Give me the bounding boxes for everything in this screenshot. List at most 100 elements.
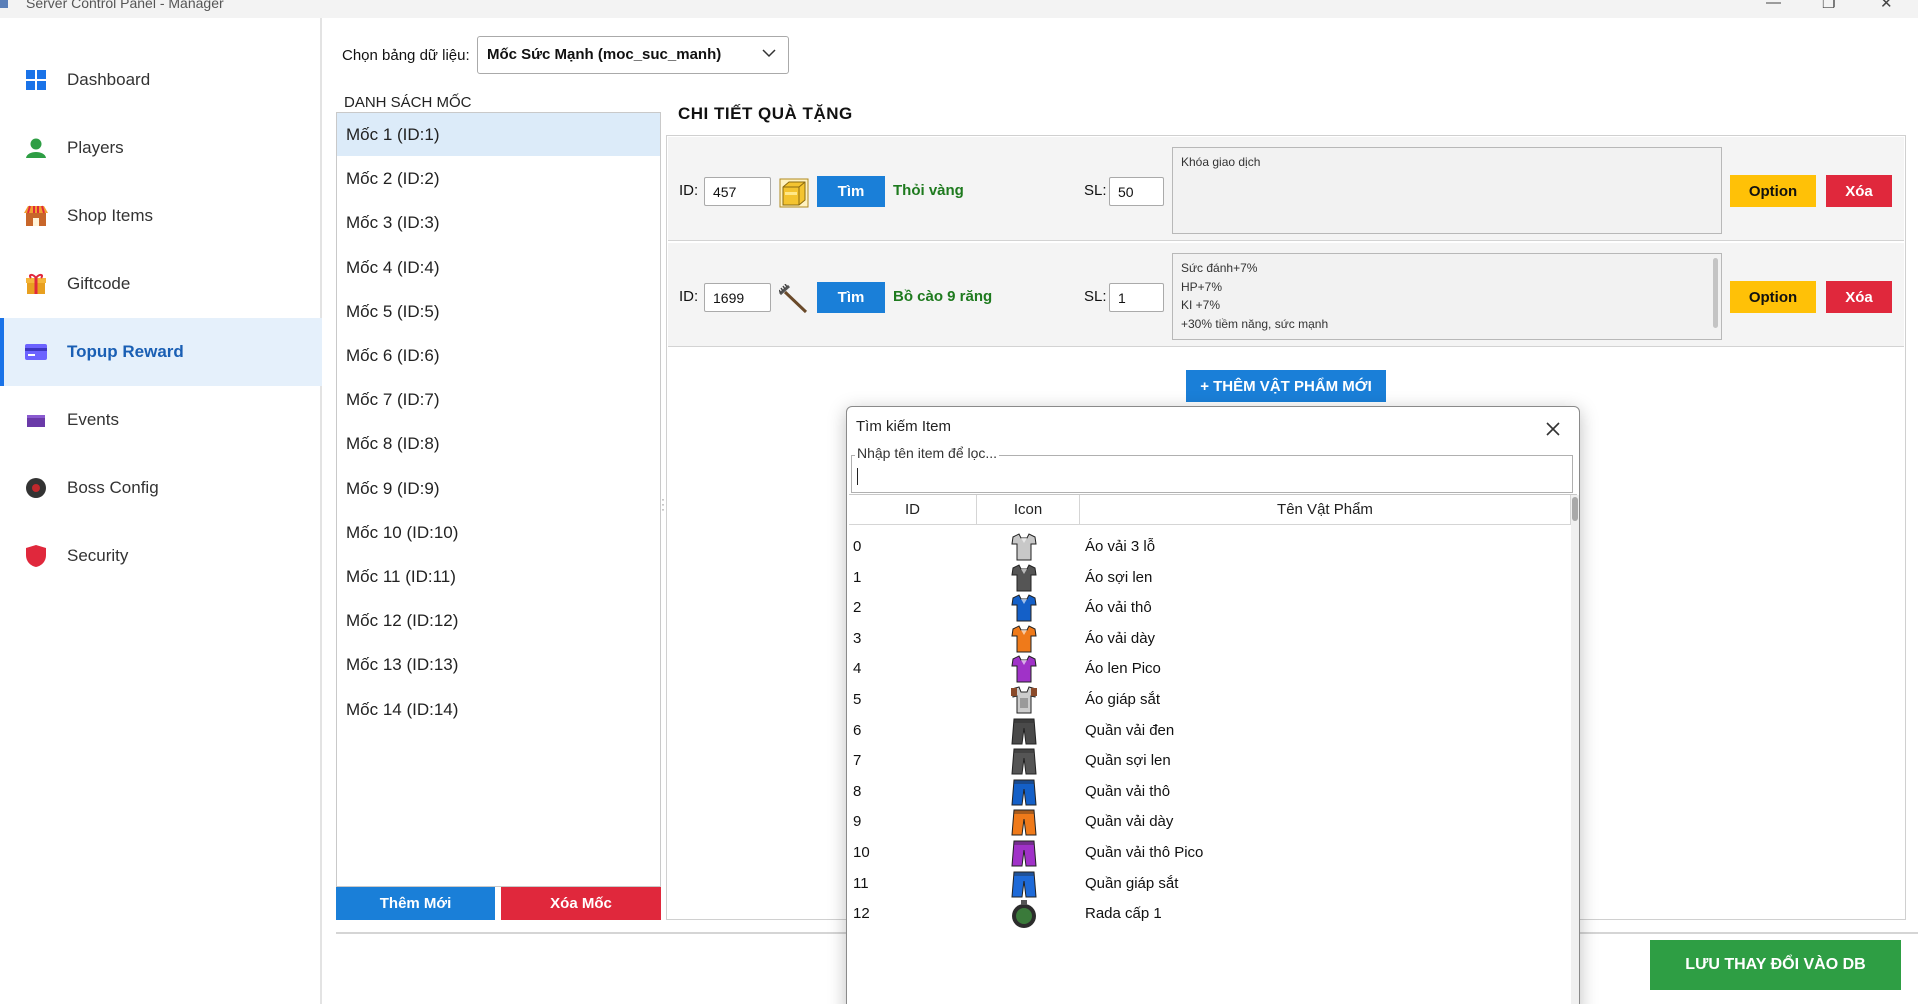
table-scrollbar[interactable]	[1571, 495, 1579, 1004]
list-item[interactable]: Mốc 5 (ID:5)	[337, 290, 660, 333]
reward-row: ID: 1699 Tìm Bồ cào 9 răng SL: 1 Sức đán…	[668, 243, 1904, 347]
item-id-cell: 5	[853, 691, 862, 708]
restore-icon[interactable]: ❐	[1822, 0, 1835, 12]
item-id-cell: 11	[853, 874, 869, 892]
item-name-cell: Áo len Pico	[1085, 660, 1161, 678]
id-label: ID:	[679, 182, 699, 199]
window-title: Server Control Panel - Manager	[26, 0, 224, 11]
list-item-label: Mốc 3 (ID:3)	[346, 213, 440, 233]
list-item-label: Mốc 11 (ID:11)	[346, 567, 456, 586]
app-icon	[0, 0, 8, 8]
gift-icon	[24, 272, 48, 296]
search-placeholder-label: Nhập tên item để lọc...	[855, 445, 1000, 461]
reward-row: ID: 457 Tìm Thỏi vàng SL: 50 Khóa giao d…	[668, 137, 1904, 241]
sidebar-item-boss-config[interactable]: Boss Config	[0, 454, 322, 522]
sidebar-item-events[interactable]: Events	[0, 386, 322, 454]
reward-item-name: Thỏi vàng	[893, 182, 964, 199]
list-item-label: Mốc 5 (ID:5)	[346, 301, 440, 321]
option-button[interactable]: Option	[1730, 281, 1816, 313]
sidebar-item-topup-reward[interactable]: Topup Reward	[0, 318, 322, 386]
delete-milestone-button[interactable]: Xóa Mốc	[501, 887, 661, 920]
table-select-value: Mốc Sức Mạnh (moc_suc_manh)	[487, 46, 722, 63]
add-item-button[interactable]: + THÊM VẬT PHẨM MỚI	[1186, 370, 1386, 402]
delete-reward-button[interactable]: Xóa	[1826, 175, 1892, 207]
sidebar-item-giftcode[interactable]: Giftcode	[0, 250, 322, 318]
find-item-button[interactable]: Tìm	[817, 282, 885, 313]
item-id-cell: 7	[853, 752, 862, 770]
list-item-label: Mốc 7 (ID:7)	[346, 390, 440, 410]
gold-bar-icon	[779, 178, 809, 208]
column-header-name[interactable]: Tên Vật Phẩm	[1080, 495, 1571, 525]
list-item-label: Mốc 12 (ID:12)	[346, 611, 459, 631]
column-header-id[interactable]: ID	[849, 495, 977, 525]
column-header-icon[interactable]: Icon	[977, 495, 1080, 525]
list-item[interactable]: Mốc 14 (ID:14)	[337, 688, 660, 731]
sidebar-item-shop-items[interactable]: Shop Items	[0, 182, 322, 250]
item-id-cell: 1	[853, 568, 862, 586]
scrollbar-thumb[interactable]	[1572, 497, 1578, 521]
list-item[interactable]: Mốc 3 (ID:3)	[337, 201, 660, 244]
list-item[interactable]: Mốc 8 (ID:8)	[337, 422, 660, 465]
item-name-cell: Áo giáp sắt	[1085, 691, 1161, 708]
delete-reward-button[interactable]: Xóa	[1826, 281, 1892, 313]
item-name-cell: Quần vải thô Pico	[1085, 844, 1204, 861]
item-id-cell: 6	[853, 721, 862, 739]
item-id-cell: 2	[853, 599, 862, 617]
list-item[interactable]: Mốc 9 (ID:9)	[337, 467, 660, 510]
table-select-dropdown[interactable]: Mốc Sức Mạnh (moc_suc_manh)	[477, 36, 789, 74]
splitter-handle[interactable]: · · ·	[661, 493, 665, 515]
item-name-cell: Áo vải 3 lỗ	[1085, 538, 1156, 555]
list-item[interactable]: Mốc 13 (ID:13)	[337, 643, 660, 686]
quantity-input[interactable]: 50	[1109, 177, 1164, 206]
item-name-cell: Áo vải dày	[1085, 629, 1156, 647]
list-item-label: Mốc 4 (ID:4)	[346, 257, 440, 277]
boss-icon	[24, 476, 48, 500]
dialog-title: Tìm kiếm Item	[856, 418, 952, 435]
detail-title: CHI TIẾT QUÀ TẶNG	[678, 104, 853, 123]
item-id-input[interactable]: 1699	[704, 283, 771, 312]
list-item[interactable]: Mốc 10 (ID:10)	[337, 511, 660, 554]
card-icon	[24, 340, 48, 364]
list-item-label: Mốc 9 (ID:9)	[346, 478, 440, 498]
list-item[interactable]: Mốc 1 (ID:1)	[337, 113, 660, 156]
sidebar-item-players[interactable]: Players	[0, 114, 322, 182]
text-caret	[857, 468, 858, 485]
list-item-label: Mốc 10 (ID:10)	[346, 522, 459, 542]
item-name-cell: Quần vải dày	[1085, 813, 1174, 831]
options-scrollbar[interactable]	[1713, 258, 1718, 328]
item-name-cell: Rada cấp 1	[1085, 905, 1162, 923]
list-item-label: Mốc 13 (ID:13)	[346, 655, 459, 675]
list-item[interactable]: Mốc 7 (ID:7)	[337, 378, 660, 421]
find-item-button[interactable]: Tìm	[817, 176, 885, 207]
minimize-icon[interactable]: —	[1766, 0, 1781, 11]
list-item[interactable]: Mốc 6 (ID:6)	[337, 334, 660, 377]
rake-icon	[778, 283, 809, 314]
sidebar-item-dashboard[interactable]: Dashboard	[0, 46, 322, 114]
options-textarea[interactable]: Khóa giao dịch	[1172, 147, 1722, 234]
close-icon[interactable]	[1545, 413, 1561, 443]
sidebar-item-label: Security	[67, 546, 129, 565]
save-to-db-button[interactable]: LƯU THAY ĐỔI VÀO DB	[1650, 940, 1901, 990]
list-item[interactable]: Mốc 11 (ID:11)	[337, 555, 660, 598]
item-id-cell: 4	[853, 660, 862, 678]
list-item[interactable]: Mốc 4 (ID:4)	[337, 246, 660, 289]
table-row[interactable]: 12 Rada cấp 1	[849, 894, 1569, 932]
item-id-cell: 12	[853, 905, 870, 923]
item-name-cell: Quần sợi len	[1085, 752, 1171, 770]
shield-icon	[24, 544, 48, 568]
sidebar-item-security[interactable]: Security	[0, 522, 322, 590]
item-id-input[interactable]: 457	[704, 177, 771, 206]
close-window-icon[interactable]: ✕	[1880, 0, 1893, 12]
radar-icon	[1008, 898, 1040, 930]
quantity-input[interactable]: 1	[1109, 283, 1164, 312]
list-item[interactable]: Mốc 2 (ID:2)	[337, 157, 660, 200]
item-name-cell: Quần vải đen	[1085, 721, 1175, 739]
options-textarea[interactable]: Sức đánh+7% HP+7% KI +7% +30% tiềm năng,…	[1172, 253, 1722, 340]
option-button[interactable]: Option	[1730, 175, 1816, 207]
item-table: ID Icon Tên Vật Phẩm 0 Áo vải 3 lỗ 1 Áo sợi…	[849, 494, 1579, 1004]
add-milestone-button[interactable]: Thêm Mới	[336, 887, 495, 920]
sidebar-item-label: Topup Reward	[67, 342, 184, 361]
sidebar-item-label: Giftcode	[67, 274, 131, 293]
list-item[interactable]: Mốc 12 (ID:12)	[337, 599, 660, 642]
flag-icon	[24, 408, 48, 432]
